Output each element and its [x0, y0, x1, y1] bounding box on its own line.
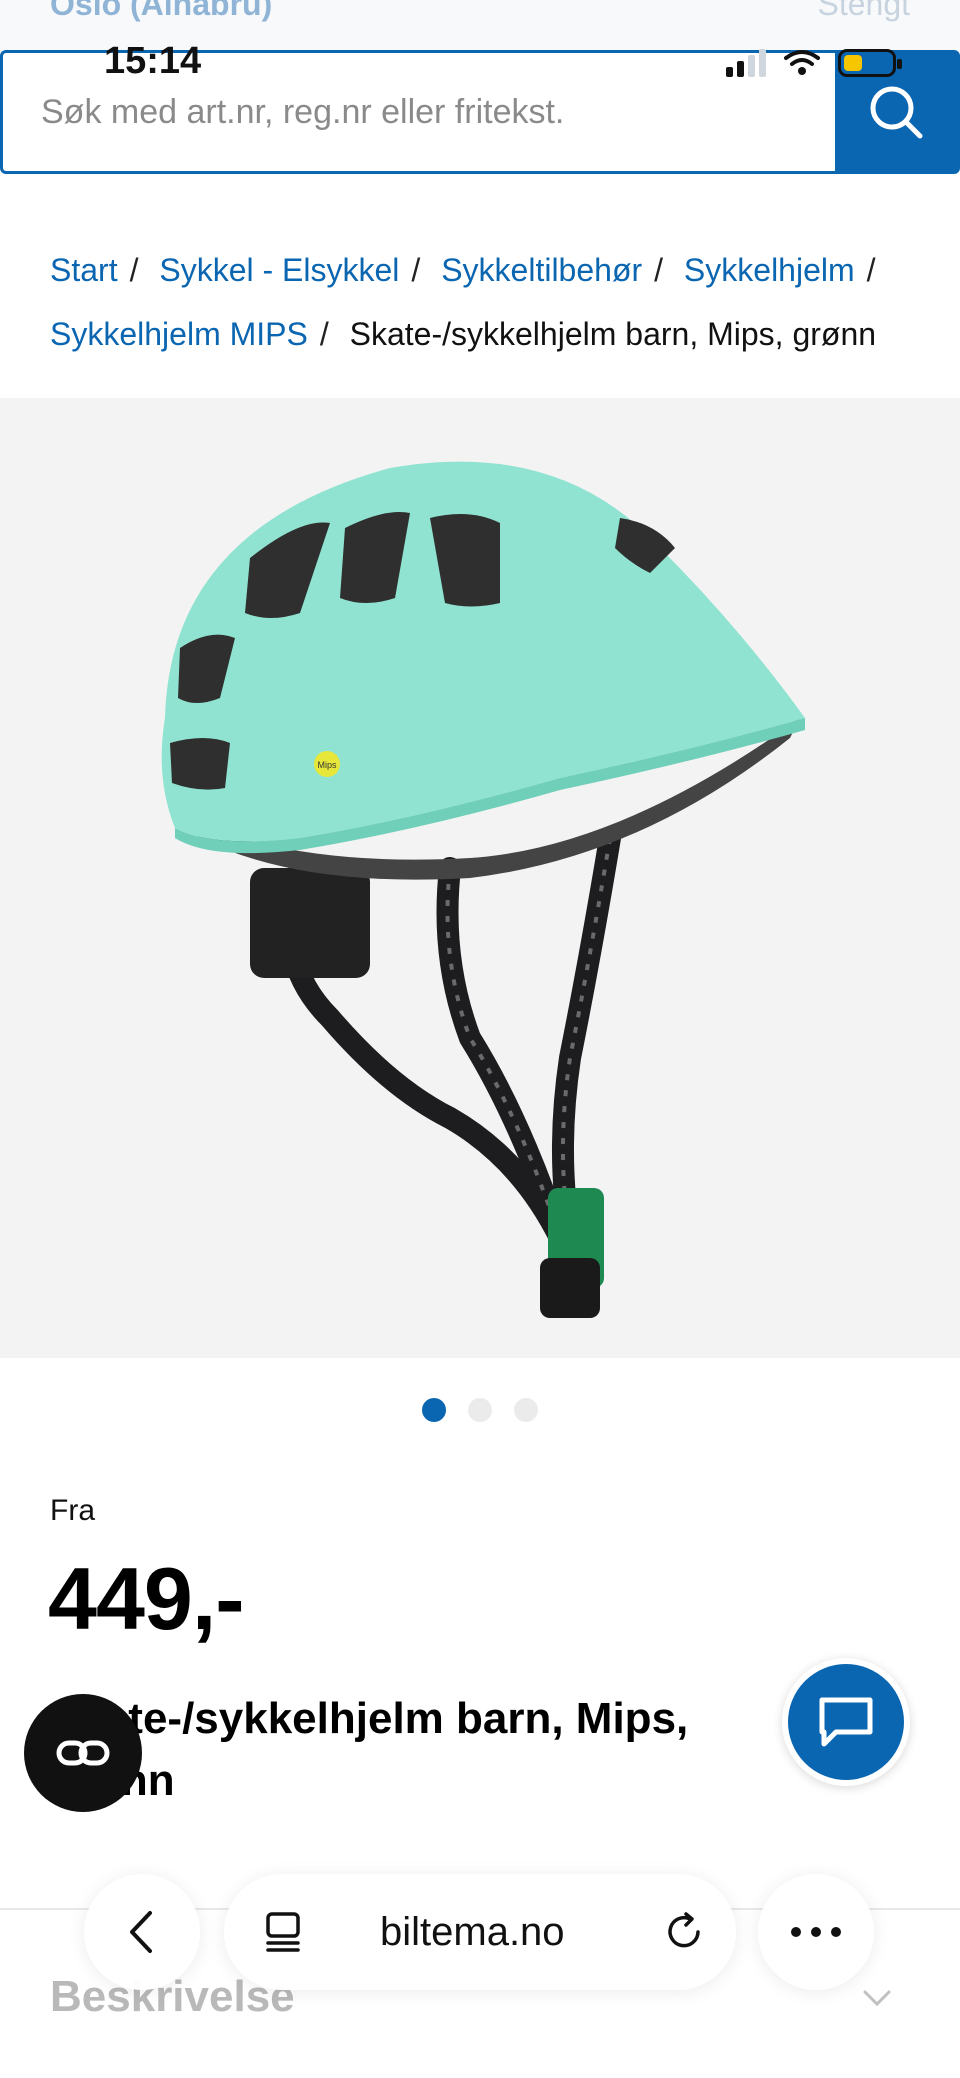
status-time: 15:14	[104, 40, 202, 82]
price: 449,-	[48, 1549, 245, 1648]
search-icon	[870, 86, 923, 139]
store-name[interactable]: Oslo (Alnabru)	[50, 0, 272, 23]
breadcrumb-sykkel-elsykkel[interactable]: Sykkel - Elsykkel	[159, 252, 399, 288]
breadcrumb-separator: /	[654, 252, 664, 288]
more-button[interactable]	[758, 1874, 874, 1990]
product-image[interactable]: Mips	[0, 398, 960, 1358]
breadcrumb-sykkeltilbehor[interactable]: Sykkeltilbehør	[441, 252, 642, 288]
status-icons	[726, 48, 902, 78]
battery-icon	[838, 49, 902, 77]
breadcrumb: Start / Sykkel - Elsykkel / Sykkeltilbehør…	[50, 238, 930, 366]
chat-icon	[819, 1697, 873, 1747]
signal-icon	[726, 49, 766, 77]
url-text[interactable]: biltema.no	[380, 1910, 565, 1955]
back-icon	[130, 1911, 152, 1953]
svg-text:Mips: Mips	[317, 760, 337, 770]
browser-toolbar: biltema.no	[0, 1874, 960, 1998]
breadcrumb-separator: /	[319, 316, 329, 352]
product-title: Skate-/sykkelhjelm barn, Mips, grønn	[50, 1694, 689, 1805]
address-bar[interactable]: biltema.no	[224, 1874, 736, 1990]
breadcrumb-separator: /	[129, 252, 139, 288]
breadcrumb-sykkelhjelm[interactable]: Sykkelhjelm	[684, 252, 855, 288]
chat-button[interactable]	[782, 1658, 910, 1786]
link-icon	[56, 1740, 110, 1766]
breadcrumb-separator: /	[411, 252, 421, 288]
helmet-image: Mips	[161, 461, 805, 1318]
back-button[interactable]	[84, 1874, 200, 1990]
breadcrumb-current: Skate-/sykkelhjelm barn, Mips, grønn	[349, 316, 877, 352]
gallery-pagination	[0, 1398, 960, 1422]
gallery-dot-2[interactable]	[468, 1398, 492, 1422]
reload-icon[interactable]	[662, 1910, 706, 1954]
gallery-dot-1[interactable]	[422, 1398, 446, 1422]
breadcrumb-start[interactable]: Start	[50, 252, 118, 288]
gallery-dot-3[interactable]	[514, 1398, 538, 1422]
reader-link-button[interactable]	[24, 1694, 142, 1812]
wifi-icon	[784, 50, 820, 75]
breadcrumb-sykkelhjelm-mips[interactable]: Sykkelhjelm MIPS	[50, 316, 308, 352]
breadcrumb-separator: /	[866, 252, 876, 288]
more-icon	[791, 1927, 841, 1937]
store-status: Stengt	[817, 0, 910, 22]
price-prefix: Fra	[50, 1494, 95, 1527]
tabs-icon	[266, 1912, 300, 1952]
